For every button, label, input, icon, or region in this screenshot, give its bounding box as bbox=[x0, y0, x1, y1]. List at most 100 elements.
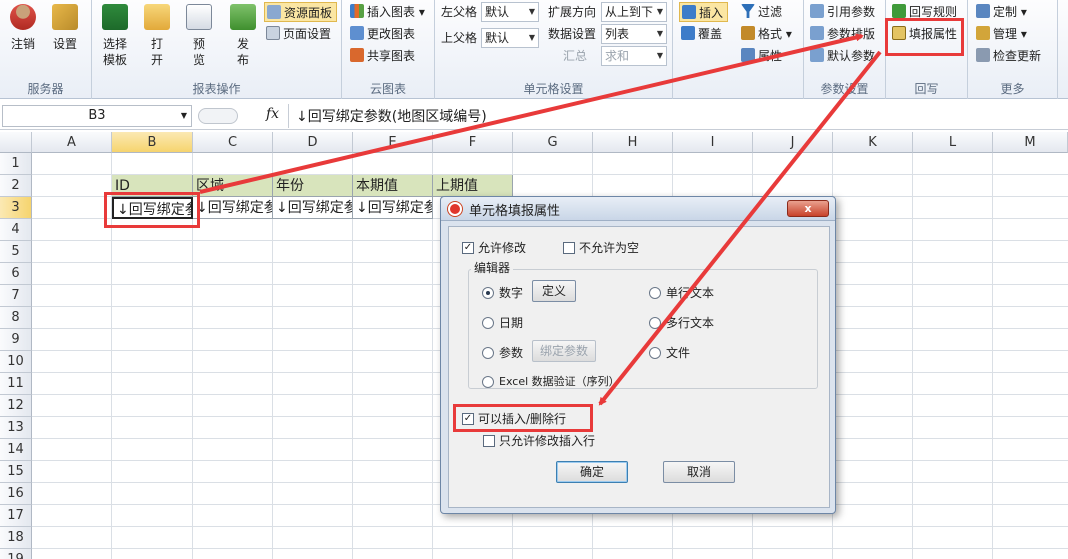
dialog-titlebar[interactable]: 单元格填报属性 x bbox=[441, 197, 835, 221]
summary-select[interactable]: 求和 ▼ bbox=[601, 46, 667, 66]
expand-direction-value: 从上到下 bbox=[605, 5, 654, 19]
shared-chart-button[interactable]: 共享图表 bbox=[348, 46, 415, 66]
row-header-14[interactable]: 14 bbox=[0, 439, 32, 461]
row-header-7[interactable]: 7 bbox=[0, 285, 32, 307]
define-button[interactable]: 定义 bbox=[532, 280, 576, 302]
column-header-M[interactable]: M bbox=[993, 132, 1068, 153]
highlight-fill-attr bbox=[885, 18, 964, 56]
manage-button[interactable]: 管理 ▾ bbox=[974, 24, 1027, 44]
allow-modify-checkbox[interactable]: ✓ bbox=[462, 242, 474, 254]
param-layout-button[interactable]: 参数排版 bbox=[808, 24, 875, 44]
row-header-15[interactable]: 15 bbox=[0, 461, 32, 483]
column-header-C[interactable]: C bbox=[193, 132, 273, 153]
preview-button[interactable]: 预览 bbox=[182, 4, 216, 68]
attr-button[interactable]: 属性 bbox=[739, 46, 782, 66]
row-header-9[interactable]: 9 bbox=[0, 329, 32, 351]
default-param-button[interactable]: 默认参数 bbox=[808, 46, 875, 66]
date-radio[interactable] bbox=[482, 317, 494, 329]
cell-D3[interactable]: ↓回写绑定参数 bbox=[273, 197, 353, 219]
data-setting-select[interactable]: 列表 ▼ bbox=[601, 24, 667, 44]
name-box[interactable]: B3 ▼ bbox=[2, 105, 192, 127]
group-label-cell-settings: 单元格设置 bbox=[523, 82, 584, 96]
not-null-checkbox[interactable] bbox=[563, 242, 575, 254]
custom-button[interactable]: 定制 ▾ bbox=[974, 2, 1027, 22]
row-header-19[interactable]: 19 bbox=[0, 549, 32, 559]
attr-label: 属性 bbox=[758, 49, 783, 63]
logout-button[interactable]: 注销 bbox=[6, 4, 40, 52]
top-parent-select[interactable]: 默认 ▼ bbox=[481, 28, 539, 48]
column-header-B[interactable]: B bbox=[112, 132, 193, 153]
file-radio[interactable] bbox=[649, 347, 661, 359]
row-header-2[interactable]: 2 bbox=[0, 175, 32, 197]
resources-panel-button[interactable]: 资源面板 bbox=[264, 2, 338, 22]
column-header-J[interactable]: J bbox=[753, 132, 833, 153]
bind-param-button[interactable]: 绑定参数 bbox=[532, 340, 596, 362]
cell-C3[interactable]: ↓回写绑定参数 bbox=[193, 197, 273, 219]
row-header-8[interactable]: 8 bbox=[0, 307, 32, 329]
column-header-L[interactable]: L bbox=[913, 132, 993, 153]
cell-E3[interactable]: ↓回写绑定参数 bbox=[353, 197, 433, 219]
close-button[interactable]: x bbox=[787, 200, 829, 217]
open-button[interactable]: 打开 bbox=[140, 4, 174, 68]
page-setup-button[interactable]: 页面设置 bbox=[264, 24, 331, 44]
app-logo-icon bbox=[448, 202, 462, 216]
column-header-A[interactable]: A bbox=[32, 132, 112, 153]
check-update-button[interactable]: 检查更新 bbox=[974, 46, 1041, 66]
modify-chart-button[interactable]: 更改图表 bbox=[348, 24, 415, 44]
row-header-4[interactable]: 4 bbox=[0, 219, 32, 241]
column-header-D[interactable]: D bbox=[273, 132, 353, 153]
insert-chart-button[interactable]: 插入图表 ▾ bbox=[348, 2, 425, 22]
row-header-18[interactable]: 18 bbox=[0, 527, 32, 549]
insert-mode-button[interactable]: 插入 bbox=[679, 2, 729, 22]
filter-button[interactable]: 过滤 bbox=[739, 2, 782, 22]
expand-direction-select[interactable]: 从上到下 ▼ bbox=[601, 2, 667, 22]
row-header-16[interactable]: 16 bbox=[0, 483, 32, 505]
format-button[interactable]: 格式 ▾ bbox=[739, 24, 792, 44]
multi-text-radio[interactable] bbox=[649, 317, 661, 329]
select-all-corner[interactable] bbox=[0, 132, 32, 153]
cancel-button[interactable]: 取消 bbox=[663, 461, 735, 483]
param-radio[interactable] bbox=[482, 347, 494, 359]
row-header-12[interactable]: 12 bbox=[0, 395, 32, 417]
column-header-E[interactable]: E bbox=[353, 132, 433, 153]
column-header-F[interactable]: F bbox=[433, 132, 513, 153]
cell-C2[interactable]: 区域 bbox=[193, 175, 273, 197]
cell-E2[interactable]: 本期值 bbox=[353, 175, 433, 197]
settings-button[interactable]: 设置 bbox=[48, 4, 82, 52]
divider bbox=[288, 104, 289, 128]
cell-D2[interactable]: 年份 bbox=[273, 175, 353, 197]
param-layout-icon bbox=[810, 26, 824, 40]
column-header-K[interactable]: K bbox=[833, 132, 913, 153]
user-logout-icon bbox=[10, 4, 36, 30]
number-radio[interactable] bbox=[482, 287, 494, 299]
preview-label: 预览 bbox=[192, 37, 205, 67]
single-text-radio[interactable] bbox=[649, 287, 661, 299]
editor-group-label: 编辑器 bbox=[471, 261, 514, 275]
ref-param-icon bbox=[810, 4, 824, 18]
formula-input[interactable]: ↓回写绑定参数(地图区域编号) bbox=[296, 106, 487, 126]
row-header-3[interactable]: 3 bbox=[0, 197, 32, 219]
ok-button[interactable]: 确定 bbox=[556, 461, 628, 483]
only-modify-insert-label: 只允许修改插入行 bbox=[499, 434, 596, 448]
row-header-10[interactable]: 10 bbox=[0, 351, 32, 373]
column-header-G[interactable]: G bbox=[513, 132, 593, 153]
excel-validation-radio[interactable] bbox=[482, 376, 494, 388]
column-header-H[interactable]: H bbox=[593, 132, 673, 153]
overlay-mode-button[interactable]: 覆盖 bbox=[679, 24, 722, 44]
cell-F2[interactable]: 上期值 bbox=[433, 175, 513, 197]
column-header-I[interactable]: I bbox=[673, 132, 753, 153]
select-template-button[interactable]: 选择模板 bbox=[98, 4, 132, 68]
fx-icon[interactable]: fx bbox=[266, 106, 279, 122]
row-header-11[interactable]: 11 bbox=[0, 373, 32, 395]
publish-button[interactable]: 发布 bbox=[226, 4, 260, 68]
row-header-1[interactable]: 1 bbox=[0, 153, 32, 175]
summary-value: 求和 bbox=[605, 49, 630, 63]
only-modify-insert-checkbox[interactable] bbox=[483, 435, 495, 447]
ref-param-button[interactable]: 引用参数 bbox=[808, 2, 875, 22]
row-header-17[interactable]: 17 bbox=[0, 505, 32, 527]
formula-bar-splitter[interactable] bbox=[198, 108, 238, 124]
row-header-13[interactable]: 13 bbox=[0, 417, 32, 439]
row-header-5[interactable]: 5 bbox=[0, 241, 32, 263]
row-header-6[interactable]: 6 bbox=[0, 263, 32, 285]
left-parent-select[interactable]: 默认 ▼ bbox=[481, 2, 539, 22]
